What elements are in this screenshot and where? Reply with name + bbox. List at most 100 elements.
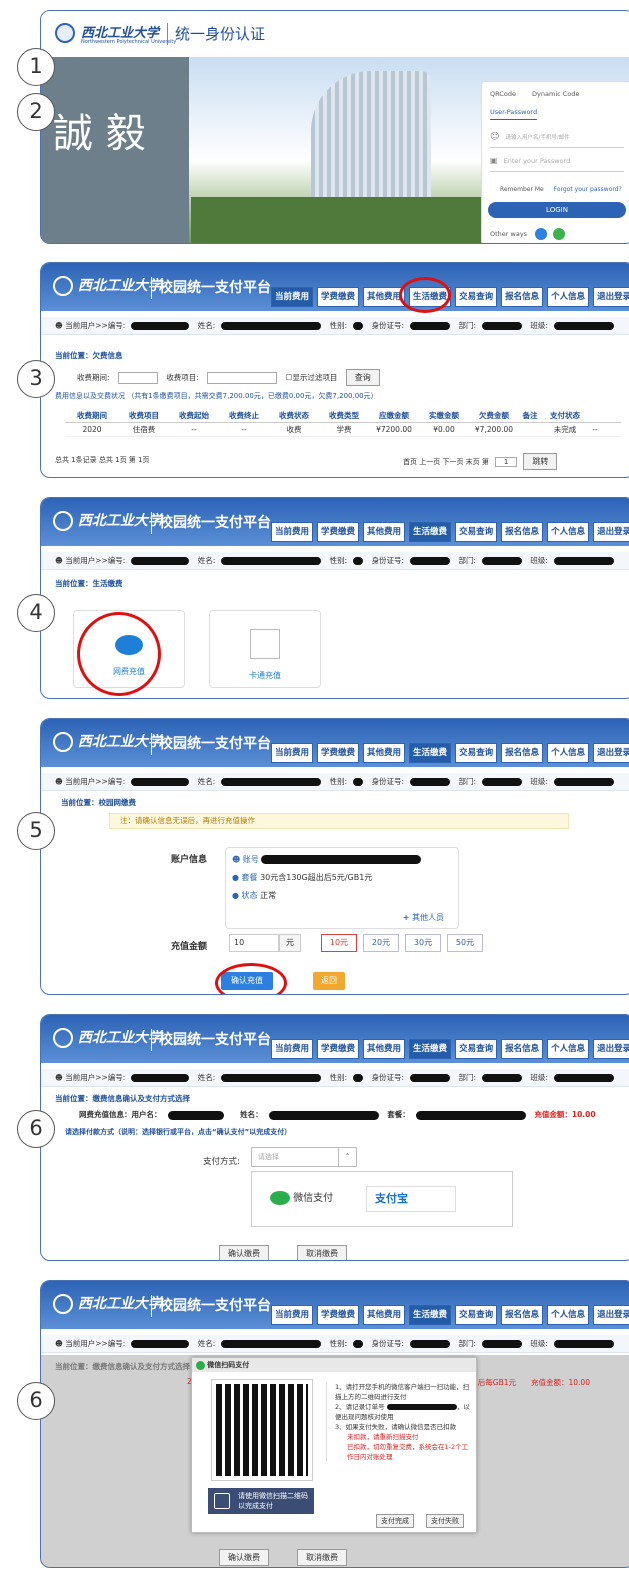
tab-dynamic-code[interactable]: Dynamic Code (532, 90, 579, 98)
redacted (167, 1110, 224, 1120)
confirm-payment-button[interactable]: 确认缴费 (219, 1245, 269, 1260)
nav-other-fees[interactable]: 其他费用 (363, 1305, 406, 1325)
instruction-charged: 已扣款，切勿重复交费，系统会在1-2个工作日内对账处理 (347, 1443, 469, 1461)
nav-personal-info[interactable]: 个人信息 (547, 522, 590, 542)
payment-done-button[interactable]: 支付完成 (376, 1514, 414, 1528)
page-input[interactable]: 1 (495, 457, 518, 467)
nav-current-fees[interactable]: 当前费用 (271, 1039, 314, 1059)
account-info-label: 账户信息 (171, 855, 208, 865)
jump-button[interactable]: 跳转 (523, 453, 558, 470)
nav-current-fees[interactable]: 当前费用 (271, 1305, 314, 1325)
nav-logout[interactable]: 退出登录 (593, 743, 629, 763)
nav-registration[interactable]: 报名信息 (501, 1305, 544, 1325)
cancel-payment-button[interactable]: 取消缴费 (297, 1245, 347, 1260)
network-fee-panel: 西北工业大学 校园统一支付平台 当前费用 学费缴费 其他费用 生活缴费 交易查询… (40, 718, 629, 995)
class-label: 班级: (530, 1073, 548, 1082)
nav-logout[interactable]: 退出登录 (593, 1039, 629, 1059)
confirm-payment-button[interactable]: 确认缴费 (219, 1549, 269, 1566)
nav-other-fees[interactable]: 其他费用 (363, 1039, 406, 1059)
redacted (553, 557, 614, 565)
instruction-2: 2、请记录订单号 ，以便出现问题核对使用 (335, 1402, 472, 1422)
cancel-payment-button[interactable]: 取消缴费 (297, 1549, 347, 1566)
nav-tuition[interactable]: 学费缴费 (317, 1305, 360, 1325)
other-person-link[interactable]: + 其他人员 (403, 912, 444, 923)
login-title: 统一身份认证 (175, 25, 266, 43)
nav-personal-info[interactable]: 个人信息 (547, 743, 590, 763)
amount-option-30[interactable]: 30元 (405, 934, 441, 952)
username-field[interactable]: ☺ 请输入用户名/手机号/邮件 (490, 132, 624, 148)
nav-logout[interactable]: 退出登录 (593, 287, 629, 307)
nav-transactions[interactable]: 交易查询 (455, 743, 498, 763)
scan-hint-box: 请使用微信扫描二维码以完成支付 (208, 1488, 314, 1514)
cell-action[interactable]: -- (589, 423, 601, 436)
nav-living-payment[interactable]: 生活缴费 (409, 1305, 452, 1325)
pay-method-select[interactable]: 请选择 ˄ (251, 1147, 357, 1167)
period-label: 收费期间: (77, 373, 110, 382)
nav-tuition[interactable]: 学费缴费 (317, 743, 360, 763)
tab-user-password[interactable]: User-Password (490, 108, 538, 120)
tile-card-recharge[interactable]: 卡通充值 (209, 610, 321, 688)
payment-failed-button[interactable]: 支付失败 (426, 1514, 464, 1528)
nav-current-fees[interactable]: 当前费用 (271, 522, 314, 542)
nav-other-fees[interactable]: 其他费用 (363, 743, 406, 763)
pagination-summary: 总共 1条记录 总共 1页 第 1页 (55, 456, 150, 464)
wechat-pay-option[interactable]: 微信支付 (270, 1186, 362, 1212)
amount-option-10[interactable]: 10元 (321, 934, 357, 952)
gender-label: 性别: (329, 1339, 348, 1348)
name-label: 姓名: (197, 777, 216, 786)
period-input[interactable] (117, 372, 158, 384)
nav-current-fees[interactable]: 当前费用 (271, 287, 314, 307)
nav-other-fees[interactable]: 其他费用 (363, 522, 406, 542)
query-button[interactable]: 查询 (345, 369, 380, 386)
amount-option-50[interactable]: 50元 (447, 934, 483, 952)
nav-logout[interactable]: 退出登录 (593, 1305, 629, 1325)
nav-tuition[interactable]: 学费缴费 (317, 522, 360, 542)
amount-option-20[interactable]: 20元 (363, 934, 399, 952)
nav-transactions[interactable]: 交易查询 (455, 1305, 498, 1325)
nav-transactions[interactable]: 交易查询 (455, 522, 498, 542)
nav-tuition[interactable]: 学费缴费 (317, 287, 360, 307)
nav-living-payment[interactable]: 生活缴费 (409, 743, 452, 763)
recharge-name-label: 姓名： (240, 1110, 263, 1119)
university-en: Northwestern Polytechnical University (81, 39, 177, 45)
nav-registration[interactable]: 报名信息 (501, 522, 544, 542)
login-button[interactable]: LOGIN (488, 202, 626, 218)
alipay-option[interactable]: 支付宝 (366, 1186, 456, 1212)
nav-tuition[interactable]: 学费缴费 (317, 1039, 360, 1059)
qq-login-icon[interactable] (535, 228, 548, 240)
platform-title: 校园统一支付平台 (159, 1032, 271, 1048)
nav-logout[interactable]: 退出登录 (593, 522, 629, 542)
item-input[interactable] (207, 372, 278, 384)
password-field[interactable]: ▣ Enter your Password (490, 156, 624, 172)
select-placeholder: 请选择 (258, 1153, 279, 1161)
nav-registration[interactable]: 报名信息 (501, 743, 544, 763)
cell-end: -- (241, 425, 247, 434)
back-button[interactable]: 返回 (313, 972, 345, 990)
nav-living-payment[interactable]: 生活缴费 (409, 522, 452, 542)
nav-living-payment[interactable]: 生活缴费 (409, 1039, 452, 1059)
user-icon: ☻ (55, 556, 63, 565)
user-icon: ☻ (55, 777, 63, 786)
nav-personal-info[interactable]: 个人信息 (547, 1039, 590, 1059)
tab-qrcode[interactable]: QRCode (490, 90, 516, 98)
wechat-login-icon[interactable] (553, 228, 566, 240)
cell-paid: ¥0.00 (433, 425, 455, 434)
amount-label: 充值金额 (171, 942, 208, 952)
account-info-box: ☻ 账号 ● 套餐 30元含130G超出后5元/GB1元 ● 状态 正常 + 其… (225, 847, 459, 929)
pagination-links[interactable]: 首页 上一页 下一页 末页 第 (403, 458, 489, 466)
forgot-password-link[interactable]: Forgot your password? (554, 186, 622, 193)
user-icon: ☺ (490, 132, 500, 142)
remember-me-checkbox[interactable]: Remember Me (500, 186, 544, 193)
nav-current-fees[interactable]: 当前费用 (271, 743, 314, 763)
nav-personal-info[interactable]: 个人信息 (547, 287, 590, 307)
breadcrumb: 当前位置：校园网缴费 (61, 798, 136, 807)
nav-registration[interactable]: 报名信息 (501, 287, 544, 307)
user-icon: ☻ (55, 321, 63, 330)
highlight-network-fee (77, 612, 161, 696)
nav-transactions[interactable]: 交易查询 (455, 287, 498, 307)
amount-input[interactable]: 10 (229, 934, 279, 952)
nav-transactions[interactable]: 交易查询 (455, 1039, 498, 1059)
id-label: 身份证号: (371, 1339, 405, 1348)
nav-registration[interactable]: 报名信息 (501, 1039, 544, 1059)
nav-personal-info[interactable]: 个人信息 (547, 1305, 590, 1325)
